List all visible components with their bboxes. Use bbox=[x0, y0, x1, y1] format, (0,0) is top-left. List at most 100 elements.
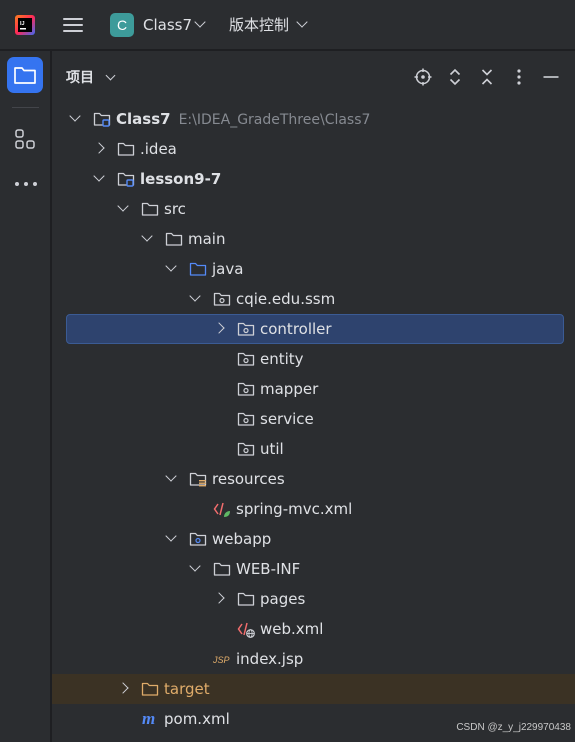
tree-item-name: spring-mvc.xml bbox=[236, 500, 353, 518]
tree-row[interactable]: spring-mvc.xml bbox=[52, 494, 575, 524]
tree-item-name: .idea bbox=[140, 140, 177, 158]
tree-item-label: cqie.edu.ssm bbox=[236, 290, 335, 308]
title-bar: IJ C Class7 版本控制 bbox=[0, 0, 575, 50]
chevron-down-icon[interactable] bbox=[93, 170, 105, 182]
folder-icon bbox=[165, 230, 183, 248]
panel-header: 项目 bbox=[52, 51, 575, 101]
tree-row[interactable]: resources bbox=[52, 464, 575, 494]
tree-item-label: resources bbox=[212, 470, 285, 488]
tree-row[interactable]: entity bbox=[52, 344, 575, 374]
tree-item-name: index.jsp bbox=[236, 650, 304, 668]
svg-text:JSP: JSP bbox=[213, 655, 230, 665]
collapse-all-icon[interactable] bbox=[478, 68, 496, 86]
chevron-right-icon[interactable] bbox=[93, 142, 105, 154]
panel-title[interactable]: 项目 bbox=[66, 70, 94, 86]
package-icon bbox=[237, 440, 255, 458]
more-tool-windows-icon[interactable] bbox=[14, 179, 38, 189]
module-folder-icon bbox=[117, 170, 135, 188]
tree-row[interactable]: src bbox=[52, 194, 575, 224]
package-icon bbox=[213, 290, 231, 308]
tree-row[interactable]: Class7 E:\IDEA_GradeThree\Class7 bbox=[52, 104, 575, 134]
tree-item-label: target bbox=[164, 680, 210, 698]
main-menu-button[interactable] bbox=[62, 14, 84, 36]
tree-row[interactable]: target bbox=[52, 674, 575, 704]
chevron-down-icon[interactable] bbox=[194, 16, 206, 28]
tree-row[interactable]: main bbox=[52, 224, 575, 254]
tree-row[interactable]: WEB-INF bbox=[52, 554, 575, 584]
project-tool-button[interactable] bbox=[7, 57, 43, 93]
module-path-hint: E:\IDEA_GradeThree\Class7 bbox=[178, 112, 371, 128]
chevron-down-icon[interactable] bbox=[189, 290, 201, 302]
tree-item-name: controller bbox=[260, 320, 332, 338]
vcs-menu[interactable]: 版本控制 bbox=[229, 16, 289, 34]
tree-item-name: target bbox=[164, 680, 210, 698]
chevron-down-icon[interactable] bbox=[105, 70, 116, 81]
tree-row[interactable]: .idea bbox=[52, 134, 575, 164]
tree-row[interactable]: web.xml bbox=[52, 614, 575, 644]
tree-row[interactable]: cqie.edu.ssm bbox=[52, 284, 575, 314]
expand-all-icon[interactable] bbox=[446, 68, 464, 86]
chevron-down-icon[interactable] bbox=[165, 260, 177, 272]
excluded-folder-icon bbox=[141, 680, 159, 698]
project-switcher[interactable]: Class7 bbox=[143, 16, 192, 34]
package-icon bbox=[237, 380, 255, 398]
chevron-down-icon[interactable] bbox=[189, 560, 201, 572]
chevron-down-icon[interactable] bbox=[296, 16, 308, 28]
tree-item-label: lesson9-7 bbox=[140, 170, 221, 188]
more-options-icon[interactable] bbox=[510, 68, 528, 86]
folder-icon bbox=[141, 200, 159, 218]
project-badge[interactable]: C bbox=[110, 13, 134, 37]
maven-icon: m bbox=[141, 709, 159, 728]
tree-row[interactable]: webapp bbox=[52, 524, 575, 554]
chevron-down-icon[interactable] bbox=[69, 110, 81, 122]
tree-item-label: web.xml bbox=[260, 620, 323, 638]
source-root-folder-icon bbox=[189, 260, 207, 278]
tree-item-name: cqie.edu.ssm bbox=[236, 290, 336, 308]
tree-item-label: spring-mvc.xml bbox=[236, 500, 352, 518]
tree-row[interactable]: java bbox=[52, 254, 575, 284]
tree-item-name: mapper bbox=[260, 380, 319, 398]
chevron-right-icon[interactable] bbox=[117, 682, 129, 694]
tree-item-label: util bbox=[260, 440, 284, 458]
tree-item-label: pom.xml bbox=[164, 710, 230, 728]
web-folder-icon bbox=[189, 530, 207, 548]
tree-item-name: service bbox=[260, 410, 314, 428]
tree-item-name: resources bbox=[212, 470, 285, 488]
tree-item-name: pages bbox=[260, 590, 306, 608]
chevron-down-icon[interactable] bbox=[117, 200, 129, 212]
tree-item-name: main bbox=[188, 230, 226, 248]
folder-icon bbox=[117, 140, 135, 158]
chevron-down-icon[interactable] bbox=[165, 470, 177, 482]
structure-icon[interactable] bbox=[14, 128, 36, 150]
locate-icon[interactable] bbox=[414, 68, 432, 86]
tree-row[interactable]: pages bbox=[52, 584, 575, 614]
package-icon bbox=[237, 350, 255, 368]
tree-item-label: java bbox=[212, 260, 243, 278]
chevron-down-icon[interactable] bbox=[165, 530, 177, 542]
intellij-logo-icon[interactable]: IJ bbox=[15, 15, 35, 35]
tree-row[interactable]: util bbox=[52, 434, 575, 464]
watermark: CSDN @z_y_j229970438 bbox=[456, 722, 571, 733]
hide-icon[interactable] bbox=[542, 68, 560, 86]
spring-xml-icon bbox=[213, 500, 231, 518]
tree-item-name: java bbox=[212, 260, 244, 278]
tree-row[interactable]: lesson9-7 bbox=[52, 164, 575, 194]
tree-row[interactable]: JSP index.jsp bbox=[52, 644, 575, 674]
tree-item-name: entity bbox=[260, 350, 304, 368]
jsp-icon: JSP bbox=[212, 650, 231, 668]
chevron-right-icon[interactable] bbox=[213, 592, 225, 604]
tree-item-label: mapper bbox=[260, 380, 318, 398]
folder-icon bbox=[213, 560, 231, 578]
tree-item-name: WEB-INF bbox=[236, 560, 301, 578]
tree-item-name: pom.xml bbox=[164, 710, 230, 728]
module-folder-icon bbox=[93, 110, 111, 128]
tree-item-label: entity bbox=[260, 350, 304, 368]
tree-row[interactable]: service bbox=[52, 404, 575, 434]
tree-item-label: webapp bbox=[212, 530, 271, 548]
tree-item-label: service bbox=[260, 410, 314, 428]
chevron-down-icon[interactable] bbox=[141, 230, 153, 242]
tree-item-name: util bbox=[260, 440, 284, 458]
folder-icon bbox=[237, 590, 255, 608]
tree-row[interactable]: controller bbox=[52, 314, 575, 344]
tree-row[interactable]: mapper bbox=[52, 374, 575, 404]
